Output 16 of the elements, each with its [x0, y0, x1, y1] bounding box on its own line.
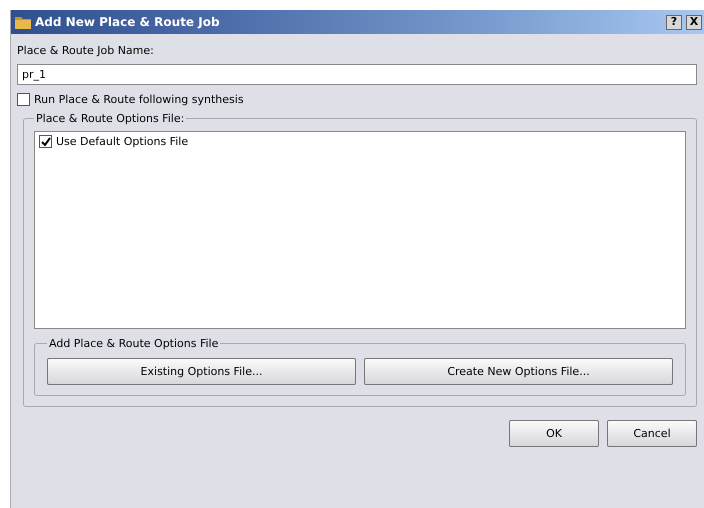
list-item-label: Use Default Options File [56, 135, 188, 148]
close-button[interactable]: X [686, 14, 702, 30]
folder-icon [15, 15, 31, 29]
dialog-button[interactable]: Cancel [607, 420, 697, 447]
options-file-button[interactable]: Create New Options File... [364, 358, 673, 385]
checkbox[interactable] [39, 135, 52, 148]
group-title: Add Place & Route Options File [48, 337, 220, 350]
checkbox[interactable] [17, 93, 30, 106]
window-title: Add New Place & Route Job [35, 15, 221, 29]
checkbox-label: Run Place & Route following synthesis [34, 93, 244, 106]
job-name-field[interactable]: pr_1 [17, 64, 697, 85]
field-label: Place & Route Job Name: [17, 44, 154, 57]
help-button[interactable]: ? [666, 14, 682, 30]
dialog-button[interactable]: OK [509, 420, 599, 447]
options-file-button[interactable]: Existing Options File... [47, 358, 356, 385]
group-title: Place & Route Options File: [35, 112, 186, 125]
